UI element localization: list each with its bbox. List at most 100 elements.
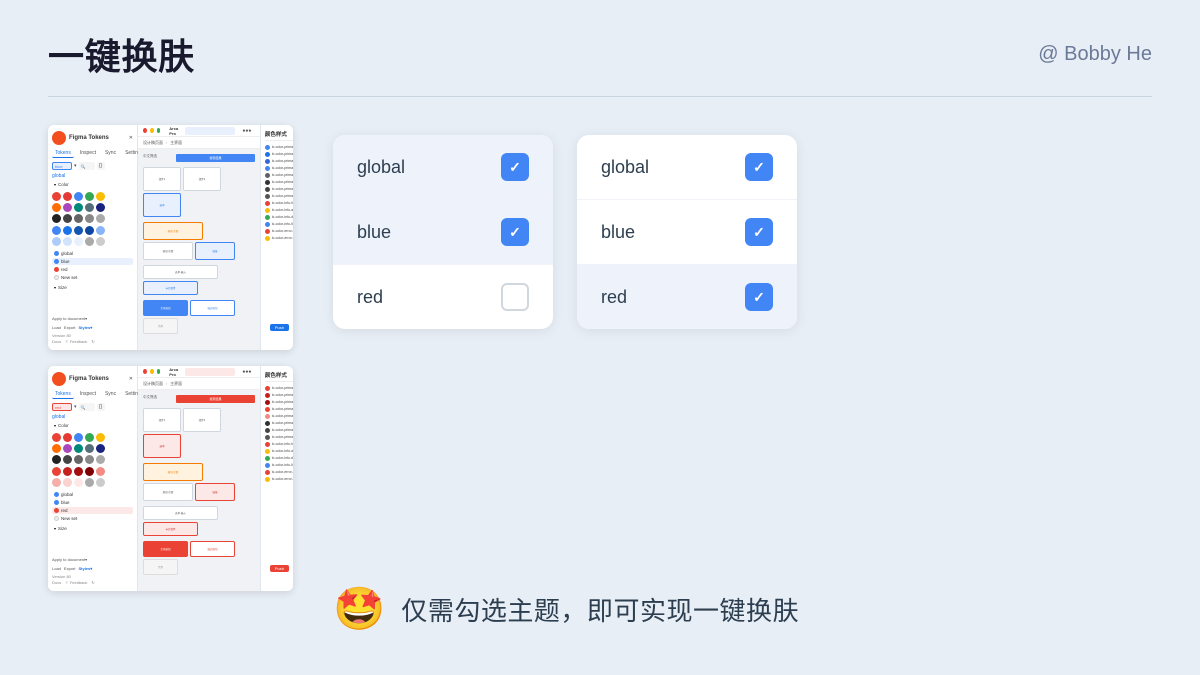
load-btn-2[interactable]: Load <box>52 566 61 571</box>
token-red-2: red <box>52 507 133 514</box>
checkmark-blue-1: ✓ <box>509 225 521 239</box>
canvas-topbar: Arca Pro ●●● <box>138 125 260 137</box>
checkbox-row-global-2[interactable]: global ✓ <box>577 135 797 200</box>
close-icon-2[interactable]: ✕ <box>129 376 133 382</box>
checkmark-red-2: ✓ <box>753 290 765 304</box>
page-header: 一键换肤 @ Bobby He <box>0 0 1200 96</box>
props-items-list: lc-color-primary-brand-light-de... lc-co… <box>265 145 293 241</box>
checkbox-blue-2[interactable]: ✓ <box>745 218 773 246</box>
docs-link-2[interactable]: Docs <box>52 580 61 585</box>
checkbox-label-global-2: global <box>601 157 649 178</box>
feedback-link-2[interactable]: ⚐ Feedback <box>65 580 87 585</box>
page-title: 一键换肤 <box>48 28 195 80</box>
checkbox-panel-1: global ✓ blue ✓ red <box>333 135 553 329</box>
screenshot-pair-top: Figma Tokens ✕ Tokens Inspect Sync Setti… <box>48 125 293 350</box>
checkbox-global-1[interactable]: ✓ <box>501 153 529 181</box>
token-global: global <box>52 250 133 257</box>
caption-text: 仅需勾选主题，即可实现一键换肤 <box>401 591 799 628</box>
styles-btn[interactable]: Styles▾ <box>78 325 92 330</box>
tab-inspect-2[interactable]: Inspect <box>77 390 99 399</box>
screenshots-section: Figma Tokens ✕ Tokens Inspect Sync Setti… <box>48 125 293 644</box>
tab-tokens[interactable]: Tokens <box>52 149 74 158</box>
checkbox-global-2[interactable]: ✓ <box>745 153 773 181</box>
export-btn[interactable]: Export <box>64 325 76 330</box>
figma-sidebar-top: Figma Tokens ✕ Tokens Inspect Sync Setti… <box>48 125 138 350</box>
token-color-label: Color <box>58 182 69 187</box>
figma-tabs-2: Tokens Inspect Sync Settings <box>52 390 133 399</box>
token-row-color-2: ▾ Color <box>52 422 133 429</box>
token-set-list-2: global blue red <box>52 491 133 522</box>
figma-tabs: Tokens Inspect Sync Settings <box>52 149 133 158</box>
canvas-bottom: Arca Pro ●●● 设计稿页面 / <box>138 366 260 591</box>
token-new-set-2: New set <box>52 515 133 522</box>
tab-inspect[interactable]: Inspect <box>77 149 99 158</box>
load-btn[interactable]: Load <box>52 325 61 330</box>
figma-sidebar-title-2: Figma Tokens <box>69 376 109 382</box>
token-size-2: ▾ Size <box>52 525 133 532</box>
token-row-color: ▾ Color <box>52 181 133 188</box>
checkbox-blue-1[interactable]: ✓ <box>501 218 529 246</box>
props-panel-title: 颜色样式 <box>265 130 293 141</box>
props-items-list-2: lc-color-primary-brand-light-de... lc-co… <box>265 386 293 482</box>
checkbox-row-global-1[interactable]: global ✓ <box>333 135 553 200</box>
checkbox-label-global-1: global <box>357 157 405 178</box>
checkbox-row-red-1[interactable]: red <box>333 265 553 329</box>
checkmark-global-1: ✓ <box>509 160 521 174</box>
color-grid-top-2 <box>52 433 133 464</box>
figma-logo <box>52 131 66 145</box>
canvas-nodes-bottom: 中文筛选 搜索结果 组件1 组件2 选中 <box>138 390 260 580</box>
docs-link[interactable]: Docs <box>52 339 61 344</box>
apply-to-doc-btn[interactable]: Apply to document▾ <box>52 316 87 321</box>
update-link[interactable]: ↻ <box>91 339 94 344</box>
canvas-top: Arca Pro ●●● 设计稿页面 <box>138 125 260 350</box>
checkbox-panel-2: global ✓ blue ✓ red ✓ <box>577 135 797 329</box>
props-panel-title-2: 颜色样式 <box>265 371 293 382</box>
tab-sync[interactable]: Sync <box>102 149 119 158</box>
checkbox-label-red-1: red <box>357 287 383 308</box>
update-link-2[interactable]: ↻ <box>91 580 94 585</box>
color-grid-red <box>52 467 133 487</box>
push-btn[interactable]: Push <box>270 324 289 331</box>
checkbox-label-blue-1: blue <box>357 222 391 243</box>
figma-logo-2 <box>52 372 66 386</box>
color-grid-blue <box>52 226 133 246</box>
tab-sync-2[interactable]: Sync <box>102 390 119 399</box>
screenshot-pair-bottom: Figma Tokens ✕ Tokens Inspect Sync Setti… <box>48 366 293 591</box>
right-section: global ✓ blue ✓ red <box>333 125 1152 644</box>
close-icon[interactable]: ✕ <box>129 135 133 141</box>
figma-sidebar-title: Figma Tokens <box>69 135 109 141</box>
token-set-list: global blue red <box>52 250 133 281</box>
checkbox-label-blue-2: blue <box>601 222 635 243</box>
checkmark-blue-2: ✓ <box>753 225 765 239</box>
tab-tokens-2[interactable]: Tokens <box>52 390 74 399</box>
global-label: global <box>52 173 133 179</box>
figma-tokens-panel-bottom: Figma Tokens ✕ Tokens Inspect Sync Setti… <box>48 366 293 591</box>
token-red: red <box>52 266 133 273</box>
apply-to-doc-btn-2[interactable]: Apply to document▾ <box>52 557 87 562</box>
main-content: Figma Tokens ✕ Tokens Inspect Sync Setti… <box>0 97 1200 672</box>
feedback-link[interactable]: ⚐ Feedback <box>65 339 87 344</box>
canvas-breadcrumb-2: 设计稿页面 / 主界面 <box>138 378 260 390</box>
global-label-2: global <box>52 414 133 420</box>
color-grid-top <box>52 192 133 223</box>
caption-emoji: 🤩 <box>333 585 385 634</box>
token-new-set: New set <box>52 274 133 281</box>
checkbox-row-red-2[interactable]: red ✓ <box>577 265 797 329</box>
figma-tokens-panel-top: Figma Tokens ✕ Tokens Inspect Sync Setti… <box>48 125 293 350</box>
author-label: @ Bobby He <box>1038 43 1152 66</box>
styles-btn-2[interactable]: Styles▾ <box>78 566 92 571</box>
checkbox-label-red-2: red <box>601 287 627 308</box>
token-global-2: global <box>52 491 133 498</box>
push-btn-2[interactable]: Push <box>270 565 289 572</box>
token-blue-2: blue <box>52 499 133 506</box>
checkbox-row-blue-2[interactable]: blue ✓ <box>577 200 797 265</box>
token-blue: blue <box>52 258 133 265</box>
caption-row: 🤩 仅需勾选主题，即可实现一键换肤 <box>333 585 1152 634</box>
canvas-nodes-top: 中文筛选 搜索结果 组件1 组件2 选中 <box>138 149 260 339</box>
checkbox-row-blue-1[interactable]: blue ✓ <box>333 200 553 265</box>
figma-sidebar-bottom: Figma Tokens ✕ Tokens Inspect Sync Setti… <box>48 366 138 591</box>
token-size: ▾ Size <box>52 284 133 291</box>
checkbox-red-2[interactable]: ✓ <box>745 283 773 311</box>
export-btn-2[interactable]: Export <box>64 566 76 571</box>
checkbox-red-1[interactable] <box>501 283 529 311</box>
